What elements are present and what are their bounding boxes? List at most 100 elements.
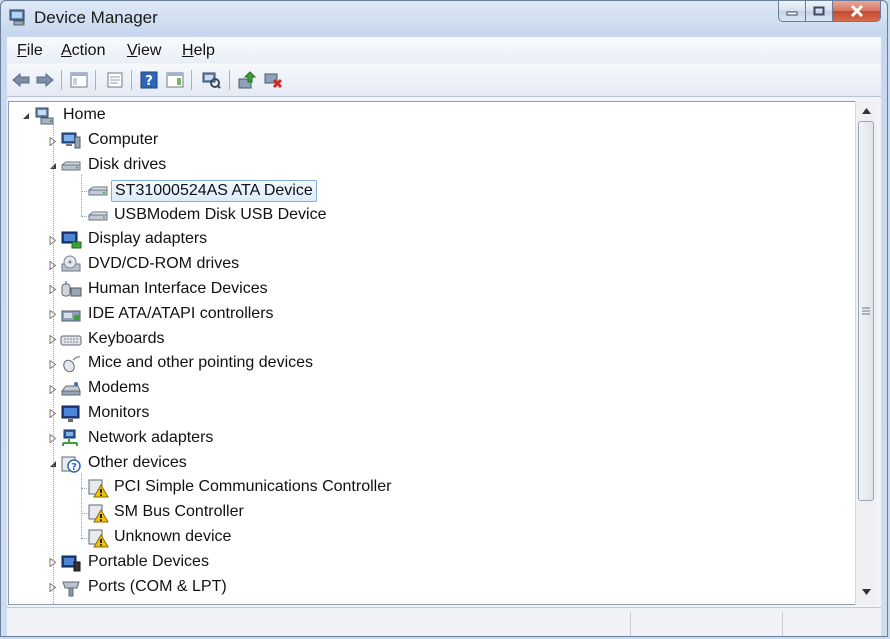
close-icon (850, 5, 863, 17)
dvd-drive-icon (60, 255, 82, 275)
warning-device-icon (87, 478, 109, 498)
minimize-button[interactable] (778, 1, 806, 22)
menu-label-rest: ction (71, 42, 106, 59)
port-icon (60, 578, 82, 598)
menu-mnemonic: F (17, 42, 27, 59)
device-tree[interactable]: Home Computer Disk drives ST31000524AS ATA … (8, 101, 856, 605)
show-action-pane-icon (166, 72, 184, 88)
scan-hardware-button[interactable] (201, 70, 221, 90)
back-button[interactable] (11, 70, 31, 90)
update-driver-button[interactable] (237, 70, 257, 90)
computer-icon (60, 131, 82, 151)
menu-action[interactable]: Action (61, 42, 105, 60)
tree-item-label: Unknown device (114, 527, 232, 545)
help-button[interactable]: ? (139, 70, 159, 90)
tree-item-home[interactable]: Home (9, 104, 855, 128)
tree-item-disk-drives[interactable]: Disk drives (9, 154, 855, 178)
tree-item-child-device[interactable]: SM Bus Controller (9, 501, 855, 525)
tree-item-ide-ata-atapi-controllers[interactable]: IDE ATA/ATAPI controllers (9, 302, 855, 326)
toolbar-separator (131, 70, 132, 90)
tree-item-label: Keyboards (88, 329, 165, 347)
scrollbar-thumb[interactable] (858, 121, 874, 501)
tree-item-child-device[interactable]: Unknown device (9, 526, 855, 550)
show-hide-console-tree-button[interactable] (69, 70, 89, 90)
portable-device-icon (60, 553, 82, 573)
tree-item-display-adapters[interactable]: Display adapters (9, 228, 855, 252)
monitor-icon (60, 404, 82, 424)
keyboard-icon (60, 330, 82, 350)
update-driver-icon (238, 71, 257, 89)
scrollbar-grip-icon (862, 307, 870, 315)
tree-item-monitors[interactable]: Monitors (9, 402, 855, 426)
tree-item-child-device[interactable]: USBModem Disk USB Device (9, 203, 855, 227)
uninstall-device-icon (264, 73, 283, 89)
tree-connector-line (81, 215, 89, 217)
vertical-scrollbar[interactable] (855, 101, 877, 605)
toolbar-separator (61, 70, 62, 90)
tree-item-label: DVD/CD-ROM drives (88, 255, 240, 273)
tree-item-label: Display adapters (88, 230, 208, 248)
ide-controller-icon (60, 305, 82, 325)
tree-connector-line (53, 124, 54, 604)
network-adapter-icon (60, 429, 82, 449)
properties-button[interactable] (105, 70, 125, 90)
home-computer-icon (33, 106, 55, 126)
device-manager-app-icon (8, 7, 28, 27)
tree-item-label: IDE ATA/ATAPI controllers (88, 304, 274, 322)
menu-help[interactable]: Help (182, 42, 215, 60)
display-adapter-icon (60, 230, 82, 250)
tree-item-label: Disk drives (88, 155, 167, 173)
tree-item-label: ST31000524AS ATA Device (111, 179, 317, 202)
tree-item-modems[interactable]: Modems (9, 377, 855, 401)
tree-item-mice-and-other-pointing-devices[interactable]: Mice and other pointing devices (9, 352, 855, 376)
tree-connector-line (81, 538, 89, 539)
status-pane (630, 612, 631, 636)
tree-item-human-interface-devices[interactable]: Human Interface Devices (9, 278, 855, 302)
tree-item-label: Computer (88, 131, 159, 149)
drive-child-icon (87, 206, 109, 226)
scroll-down-button[interactable] (856, 583, 877, 601)
menu-view[interactable]: View (127, 42, 161, 60)
tree-item-label: Human Interface Devices (88, 279, 268, 297)
show-action-pane-button[interactable] (165, 70, 185, 90)
close-button[interactable] (833, 1, 881, 22)
svg-text:?: ? (71, 462, 77, 473)
title-bar[interactable]: Device Manager (1, 1, 887, 35)
unknown-device-icon: ? (60, 454, 82, 474)
tree-item-computer[interactable]: Computer (9, 129, 855, 153)
menu-mnemonic: V (127, 42, 138, 59)
toolbar-separator (95, 70, 96, 90)
tree-item-portable-devices[interactable]: Portable Devices (9, 550, 855, 574)
tree-connector-line (81, 190, 89, 192)
collapse-arrow-icon[interactable] (21, 111, 31, 121)
tree-item-label: SM Bus Controller (114, 503, 244, 521)
properties-icon (107, 72, 123, 88)
maximize-button[interactable] (806, 1, 833, 22)
tree-item-child-device[interactable]: ST31000524AS ATA Device (9, 178, 855, 202)
client-area: File Action View Help ? Home Computer Di… (7, 37, 881, 636)
help-icon: ? (140, 71, 158, 89)
maximize-icon (813, 6, 825, 16)
forward-button[interactable] (35, 70, 55, 90)
menu-label-rest: iew (137, 42, 162, 59)
tree-item-label: Modems (88, 379, 150, 397)
mouse-icon (60, 354, 82, 374)
tree-item-child-device[interactable]: PCI Simple Communications Controller (9, 476, 855, 500)
scan-hardware-icon (202, 72, 221, 89)
tree-item-other-devices[interactable]: ? Other devices (9, 451, 855, 475)
disk-drive-icon (60, 156, 82, 176)
tree-item-label: Mice and other pointing devices (88, 354, 314, 372)
scroll-up-button[interactable] (856, 102, 877, 120)
tree-item-keyboards[interactable]: Keyboards (9, 327, 855, 351)
modem-icon (60, 379, 82, 399)
menu-label-rest: elp (193, 42, 215, 59)
tree-item-dvd-cd-rom-drives[interactable]: DVD/CD-ROM drives (9, 253, 855, 277)
tree-item-label: USBModem Disk USB Device (114, 205, 327, 223)
show-hide-console-tree-icon (70, 72, 88, 88)
tree-item-network-adapters[interactable]: Network adapters (9, 426, 855, 450)
uninstall-device-button[interactable] (263, 70, 283, 90)
menu-file[interactable]: File (17, 42, 43, 60)
tree-item-ports-com-lpt[interactable]: Ports (COM & LPT) (9, 575, 855, 599)
status-pane (782, 612, 783, 636)
tree-connector-line (81, 472, 82, 538)
